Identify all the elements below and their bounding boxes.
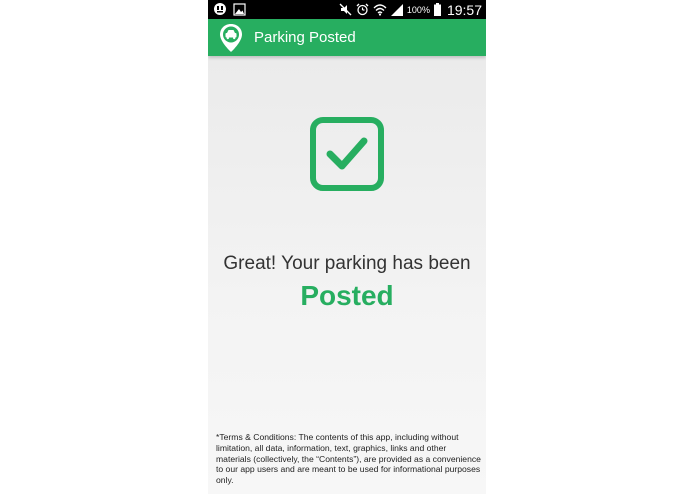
checkbox-checked-icon [310,117,384,191]
page-title: Parking Posted [254,29,356,46]
image-icon [233,2,246,16]
app-screen: 100% 19:57 Parking Posted Great! Your pa… [208,0,486,494]
status-bar: 100% 19:57 [208,0,486,19]
alarm-icon [356,3,369,16]
signal-icon [390,3,403,16]
terms-and-conditions: *Terms & Conditions: The contents of thi… [216,432,481,486]
parking-car-logo-icon[interactable] [218,23,244,53]
battery-percent: 100% [406,4,430,15]
battery-icon [433,3,441,16]
mute-icon [339,3,352,16]
posted-status: Posted [300,280,394,311]
app-bar: Parking Posted [208,19,486,56]
status-bar-system: 100% 19:57 [339,0,482,19]
status-bar-notifications [213,2,246,16]
wifi-icon [373,4,387,16]
notification-icon [214,3,226,15]
success-message: Great! Your parking has been [223,253,471,274]
clock: 19:57 [446,1,482,18]
